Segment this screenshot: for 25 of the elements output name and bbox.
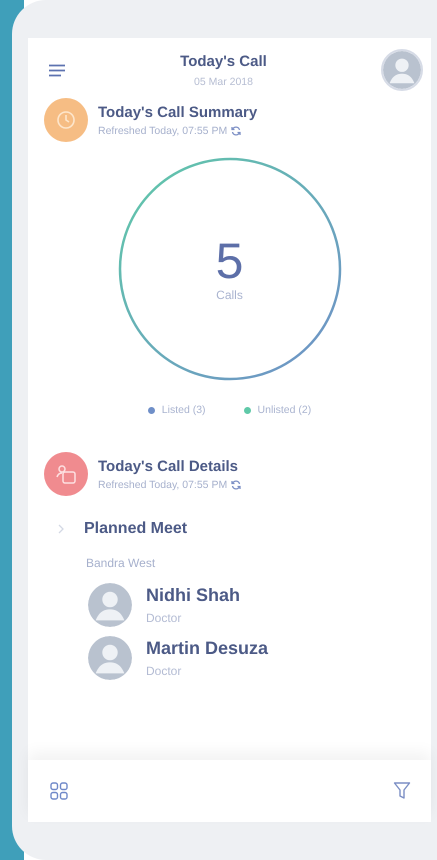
contact-role: Doctor: [146, 664, 182, 678]
location-label: Bandra West: [85, 555, 156, 572]
contact-name[interactable]: Martin Desuza: [146, 638, 268, 659]
grid-icon[interactable]: [50, 782, 68, 800]
contact-avatar: [88, 583, 132, 627]
calls-count: 5: [216, 236, 244, 286]
page-date: 05 Mar 2018: [193, 76, 254, 88]
filter-icon[interactable]: [393, 781, 411, 801]
calls-label: Calls: [216, 288, 243, 302]
contact-avatar: [88, 636, 132, 680]
contact-name[interactable]: Nidhi Shah: [146, 585, 240, 606]
section-title: Today's Call Details: [98, 458, 240, 474]
refreshed-time: Refreshed Today, 07:55 PM: [98, 478, 228, 490]
page-title: Today's Call: [180, 52, 267, 70]
refreshed-time: Refreshed Today, 07:55 PM: [98, 124, 228, 136]
section-title: Today's Call Summary: [98, 104, 258, 120]
contact-role: Doctor: [146, 611, 182, 625]
legend-label: Listed (3): [162, 404, 206, 416]
profile-avatar[interactable]: [381, 49, 423, 91]
refresh-icon[interactable]: [231, 480, 242, 490]
refresh-icon[interactable]: [231, 126, 242, 136]
menu-icon[interactable]: [48, 64, 66, 76]
group-title[interactable]: Planned Meet: [84, 520, 188, 538]
clock-icon: [55, 109, 77, 131]
legend-label: Unlisted (2): [258, 404, 312, 416]
